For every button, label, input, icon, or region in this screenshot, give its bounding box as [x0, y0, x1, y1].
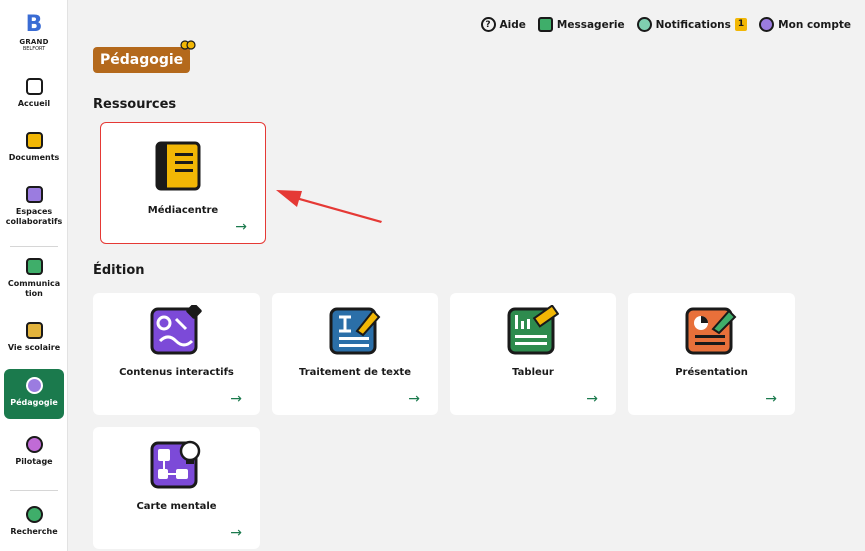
sidebar: B GRAND BELFORT Accueil Documents Espace…	[0, 0, 68, 551]
sidebar-item-documents[interactable]: Documents	[4, 132, 64, 163]
card-traitement-de-texte[interactable]: Traitement de texte →	[272, 293, 438, 415]
sidebar-divider	[10, 490, 58, 491]
notifications-count-badge: 1	[734, 18, 748, 31]
sidebar-item-label: Recherche	[10, 527, 58, 536]
top-bar: ? Aide Messagerie Notifications 1 Mon co…	[480, 17, 851, 32]
notifications-label: Notifications	[655, 18, 731, 31]
arrow-right-icon: →	[408, 391, 420, 407]
card-label: Contenus interactifs	[119, 367, 234, 378]
help-label: Aide	[499, 18, 526, 31]
card-label: Présentation	[675, 367, 748, 378]
sidebar-item-label: Pédagogie	[10, 398, 58, 407]
account-label: Mon compte	[778, 18, 851, 31]
card-presentation[interactable]: Présentation →	[628, 293, 795, 415]
messaging-label: Messagerie	[556, 18, 625, 31]
sidebar-item-label: Espaces collaboratifs	[5, 207, 63, 226]
sidebar-item-label: Communica tion	[7, 279, 61, 298]
sidebar-item-vie-scolaire[interactable]: Vie scolaire	[4, 322, 64, 353]
grand-belfort-logo[interactable]: B GRAND BELFORT	[0, 12, 68, 53]
word-processing-icon	[329, 307, 381, 355]
card-label: Traitement de texte	[299, 367, 411, 378]
sidebar-divider	[10, 246, 58, 247]
sidebar-item-accueil[interactable]: Accueil	[4, 78, 64, 109]
sidebar-item-label: Pilotage	[15, 457, 53, 466]
account-avatar-icon	[759, 17, 775, 32]
mediacentre-book-icon	[155, 141, 201, 191]
search-icon	[25, 506, 43, 523]
presentation-icon	[685, 307, 737, 355]
sidebar-item-label: Vie scolaire	[7, 343, 61, 352]
arrow-right-icon: →	[765, 391, 777, 407]
section-title-edition: Édition	[93, 263, 145, 278]
card-mediacentre[interactable]: Médiacentre →	[100, 122, 266, 244]
communication-icon	[25, 258, 43, 275]
arrow-right-icon: →	[230, 525, 242, 541]
arrow-right-icon: →	[230, 391, 242, 407]
card-carte-mentale[interactable]: Carte mentale →	[93, 427, 260, 549]
help-icon: ?	[480, 17, 496, 32]
notifications-link[interactable]: Notifications 1	[636, 17, 748, 32]
documents-icon	[25, 132, 43, 149]
sidebar-item-recherche[interactable]: Recherche	[4, 506, 64, 537]
steering-icon	[25, 436, 43, 453]
card-contenus-interactifs[interactable]: Contenus interactifs →	[93, 293, 260, 415]
account-link[interactable]: Mon compte	[759, 17, 851, 32]
section-title-ressources: Ressources	[93, 97, 177, 112]
help-link[interactable]: ? Aide	[480, 17, 526, 32]
sidebar-item-label: Accueil	[17, 99, 51, 108]
card-label: Carte mentale	[136, 501, 217, 512]
interactive-content-icon	[150, 305, 202, 355]
logo-b-mark: B	[25, 12, 43, 37]
arrow-right-icon: →	[235, 219, 247, 235]
page-title-wrapper: Pédagogie	[93, 40, 196, 73]
home-icon	[25, 78, 43, 95]
spreadsheet-icon	[507, 305, 559, 355]
mind-map-icon	[150, 440, 201, 489]
notifications-icon	[636, 17, 652, 32]
logo-line2: BELFORT	[22, 46, 46, 52]
card-label: Médiacentre	[147, 205, 219, 216]
pedagogy-icon	[25, 377, 43, 394]
school-life-icon	[25, 322, 43, 339]
card-label: Tableur	[512, 367, 554, 378]
messaging-icon	[537, 17, 553, 32]
sidebar-item-espaces-collaboratifs[interactable]: Espaces collaboratifs	[4, 186, 64, 227]
decorative-bubbles-icon	[180, 40, 196, 50]
messaging-link[interactable]: Messagerie	[537, 17, 625, 32]
logo-line1: GRAND	[19, 38, 49, 46]
collaborative-spaces-icon	[25, 186, 43, 203]
sidebar-item-communication[interactable]: Communica tion	[4, 258, 64, 299]
sidebar-item-label: Documents	[8, 153, 60, 162]
arrow-right-icon: →	[586, 391, 598, 407]
card-tableur[interactable]: Tableur →	[450, 293, 616, 415]
page-title: Pédagogie	[93, 47, 191, 73]
sidebar-item-pilotage[interactable]: Pilotage	[4, 436, 64, 467]
sidebar-item-pedagogie[interactable]: Pédagogie	[4, 369, 64, 419]
